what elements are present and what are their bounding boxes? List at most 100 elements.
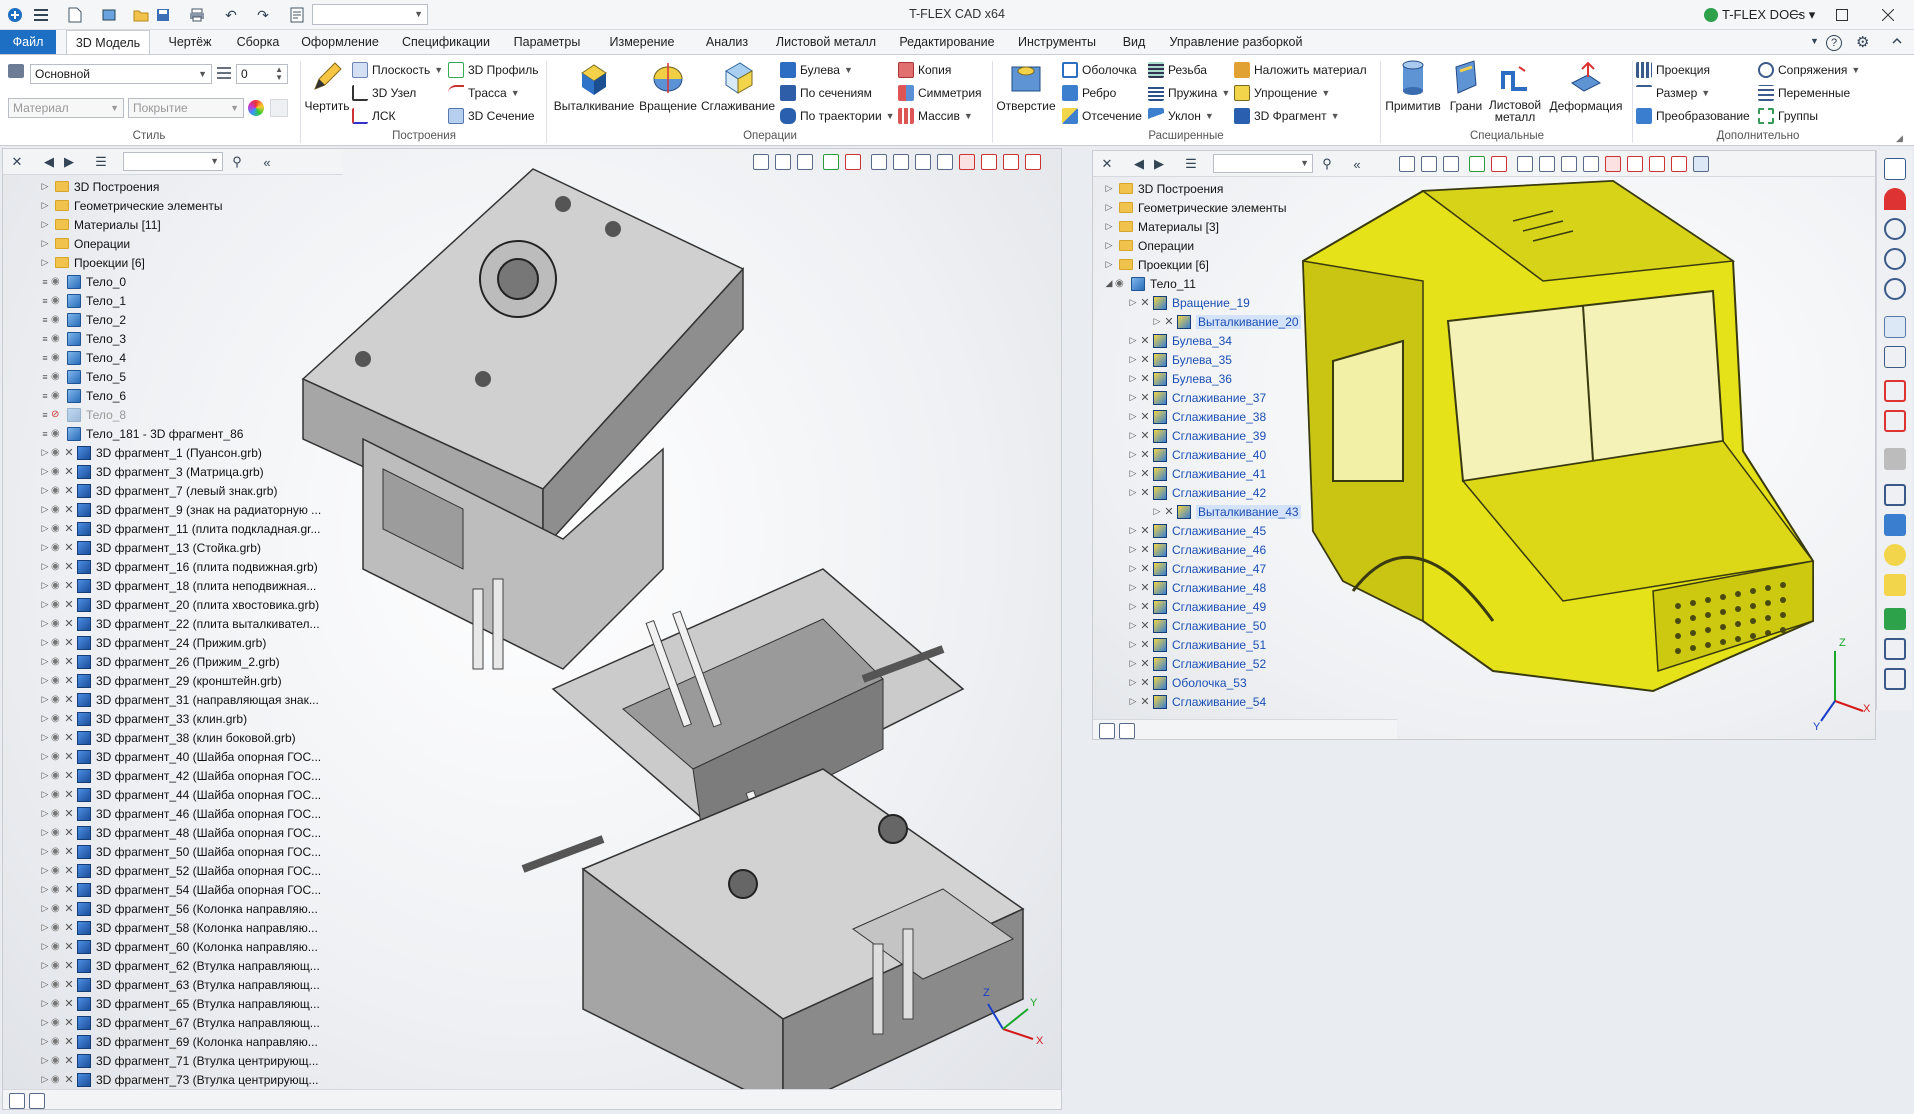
tree-fragment-row[interactable]: ▷ ◉ ✕ 3D фрагмент_40 (Шайба опорная ГОС... bbox=[3, 747, 321, 766]
tree-operation-row[interactable]: ▷ ✕ Сглаживание_45 bbox=[1093, 521, 1266, 540]
exclude-icon[interactable]: ✕ bbox=[63, 997, 75, 1010]
exclude-icon[interactable]: ✕ bbox=[1139, 676, 1151, 689]
tree-fragment-row[interactable]: ▷ ◉ ✕ 3D фрагмент_44 (Шайба опорная ГОС... bbox=[3, 785, 321, 804]
expand-toggle-icon[interactable]: ▷ bbox=[39, 656, 51, 667]
expand-toggle-icon[interactable]: ▷ bbox=[1127, 373, 1139, 384]
tree-operation-row[interactable]: ▷ ✕ Сглаживание_51 bbox=[1093, 635, 1266, 654]
tab-disassembly[interactable]: Управление разборкой bbox=[1166, 30, 1306, 54]
expand-toggle-icon[interactable]: ▷ bbox=[1127, 468, 1139, 479]
axes-icon[interactable] bbox=[1561, 156, 1577, 172]
close-icon[interactable]: ✕ bbox=[9, 154, 25, 170]
tab-parameters[interactable]: Параметры bbox=[506, 30, 588, 54]
visibility-eye-icon[interactable]: ◉ bbox=[51, 808, 63, 819]
expand-toggle-icon[interactable]: ≡ bbox=[39, 334, 51, 344]
expand-toggle-icon[interactable]: ≡ bbox=[39, 410, 51, 420]
filter-edit-icon[interactable] bbox=[1421, 156, 1437, 172]
expand-toggle-icon[interactable]: ▷ bbox=[39, 580, 51, 591]
tree-operation-row[interactable]: ▷ ✕ Сглаживание_42 bbox=[1093, 483, 1266, 502]
expand-toggle-icon[interactable]: ≡ bbox=[39, 296, 51, 306]
tree-fragment-row[interactable]: ▷ ◉ ✕ 3D фрагмент_7 (левый знак.grb) bbox=[3, 481, 277, 500]
apply-material-button[interactable]: Наложить материал bbox=[1234, 60, 1367, 80]
back-icon[interactable]: ◀ bbox=[1131, 156, 1147, 172]
check-icon[interactable] bbox=[1469, 156, 1485, 172]
visibility-eye-icon[interactable]: ◉ bbox=[51, 1074, 63, 1085]
visibility-eye-icon[interactable]: ◉ bbox=[51, 732, 63, 743]
tree-fragment-row[interactable]: ▷ ◉ ✕ 3D фрагмент_13 (Стойка.grb) bbox=[3, 538, 261, 557]
tree-body-row[interactable]: ≡ ◉ Тело_6 bbox=[3, 386, 126, 405]
tab-editing[interactable]: Редактирование bbox=[892, 30, 1002, 54]
tree-operation-row[interactable]: ▷ ✕ Сглаживание_52 bbox=[1093, 654, 1266, 673]
visibility-eye-icon[interactable]: ◉ bbox=[51, 371, 63, 382]
menu-icon[interactable] bbox=[30, 4, 52, 26]
expand-toggle-icon[interactable]: ▷ bbox=[39, 732, 51, 743]
exclude-icon[interactable]: ✕ bbox=[63, 902, 75, 915]
exclude-icon[interactable]: ✕ bbox=[1139, 486, 1151, 499]
color-palette-icon[interactable] bbox=[248, 100, 264, 116]
tree-operation-row[interactable]: ▷ ✕ Сглаживание_39 bbox=[1093, 426, 1266, 445]
search-icon[interactable]: ⚲ bbox=[1319, 156, 1335, 172]
expand-toggle-icon[interactable]: ▷ bbox=[1127, 563, 1139, 574]
visibility-eye-icon[interactable]: ◉ bbox=[51, 865, 63, 876]
tree-folder-row[interactable]: ▷ Геометрические элементы bbox=[3, 196, 223, 215]
expand-toggle-icon[interactable]: ▷ bbox=[1103, 202, 1115, 213]
snap-icon[interactable] bbox=[893, 154, 909, 170]
exclude-icon[interactable]: ✕ bbox=[63, 522, 75, 535]
tree-body-row[interactable]: ≡ ◉ Тело_1 bbox=[3, 291, 126, 310]
exclude-icon[interactable]: ✕ bbox=[63, 465, 75, 478]
tree-fragment-row[interactable]: ▷ ◉ ✕ 3D фрагмент_54 (Шайба опорная ГОС... bbox=[3, 880, 321, 899]
expand-toggle-icon[interactable]: ▷ bbox=[39, 523, 51, 534]
visibility-eye-icon[interactable]: ◉ bbox=[51, 485, 63, 496]
mates-button[interactable]: Сопряжения ▼ bbox=[1758, 60, 1860, 80]
tree-body-row[interactable]: ≡ ◉ Тело_181 - 3D фрагмент_86 bbox=[3, 424, 243, 443]
expand-toggle-icon[interactable]: ▷ bbox=[39, 618, 51, 629]
exclude-icon[interactable]: ✕ bbox=[63, 807, 75, 820]
document-select[interactable]: ▼ bbox=[312, 4, 428, 25]
exclude-icon[interactable]: ✕ bbox=[1139, 296, 1151, 309]
simplify-button[interactable]: Упрощение ▼ bbox=[1234, 83, 1330, 103]
close-window-button[interactable] bbox=[1866, 2, 1910, 28]
explode-view-icon[interactable] bbox=[1884, 668, 1906, 690]
groups-button[interactable]: Группы bbox=[1758, 106, 1818, 126]
tree-folder-row[interactable]: ▷ Операции bbox=[3, 234, 131, 253]
select-edge-icon[interactable] bbox=[1003, 154, 1019, 170]
tab-specifications[interactable]: Спецификации bbox=[396, 30, 496, 54]
expand-toggle-icon[interactable]: ▷ bbox=[1127, 658, 1139, 669]
expand-toggle-icon[interactable]: ▷ bbox=[39, 751, 51, 762]
expand-toggle-icon[interactable]: ▷ bbox=[1103, 221, 1115, 232]
tree-fragment-row[interactable]: ▷ ◉ ✕ 3D фрагмент_33 (клин.grb) bbox=[3, 709, 247, 728]
layout-icon[interactable] bbox=[1099, 723, 1115, 739]
search-icon[interactable]: ⚲ bbox=[229, 154, 245, 170]
expand-toggle-icon[interactable]: ▷ bbox=[39, 219, 51, 230]
cutoff-button[interactable]: Отсечение bbox=[1062, 106, 1142, 126]
pen-icon[interactable] bbox=[937, 154, 953, 170]
back-icon[interactable]: ◀ bbox=[41, 154, 57, 170]
visibility-eye-icon[interactable]: ◉ bbox=[51, 428, 63, 439]
expand-toggle-icon[interactable]: ▷ bbox=[39, 713, 51, 724]
maximize-button[interactable] bbox=[1820, 2, 1864, 28]
visibility-eye-icon[interactable]: ◉ bbox=[51, 466, 63, 477]
tree-operation-row[interactable]: ▷ ✕ Сглаживание_38 bbox=[1093, 407, 1266, 426]
expand-toggle-icon[interactable]: ▷ bbox=[39, 827, 51, 838]
exclude-icon[interactable]: ✕ bbox=[63, 883, 75, 896]
expand-toggle-icon[interactable]: ▷ bbox=[1127, 525, 1139, 536]
tree-operation-row[interactable]: ▷ ✕ Сглаживание_48 bbox=[1093, 578, 1266, 597]
expand-toggle-icon[interactable]: ▷ bbox=[39, 808, 51, 819]
expand-toggle-icon[interactable]: ▷ bbox=[39, 789, 51, 800]
visibility-eye-icon[interactable]: ◉ bbox=[51, 1036, 63, 1047]
tree-fragment-row[interactable]: ▷ ◉ ✕ 3D фрагмент_20 (плита хвостовика.grb) bbox=[3, 595, 319, 614]
visibility-eye-icon[interactable]: ◉ bbox=[51, 561, 63, 572]
magnet-icon[interactable] bbox=[1884, 188, 1906, 210]
variables-button[interactable]: Переменные bbox=[1758, 83, 1850, 103]
route-button[interactable]: Трасса ▼ bbox=[448, 83, 520, 103]
open-folder-icon[interactable] bbox=[130, 4, 152, 26]
visibility-eye-icon[interactable]: ◉ bbox=[51, 390, 63, 401]
expand-toggle-icon[interactable]: ▷ bbox=[1151, 506, 1163, 517]
tree-operation-row[interactable]: ▷ ✕ Сглаживание_46 bbox=[1093, 540, 1266, 559]
tree-body-row[interactable]: ≡ ⊘ Тело_8 bbox=[3, 405, 126, 424]
tree-body-row[interactable]: ≡ ◉ Тело_2 bbox=[3, 310, 126, 329]
collapse-panel-icon[interactable]: « bbox=[259, 154, 275, 170]
open-3d-icon[interactable] bbox=[98, 4, 120, 26]
exclude-icon[interactable]: ✕ bbox=[1139, 562, 1151, 575]
tree-operation-row[interactable]: ▷ ✕ Сглаживание_37 bbox=[1093, 388, 1266, 407]
visibility-eye-icon[interactable]: ◉ bbox=[51, 960, 63, 971]
